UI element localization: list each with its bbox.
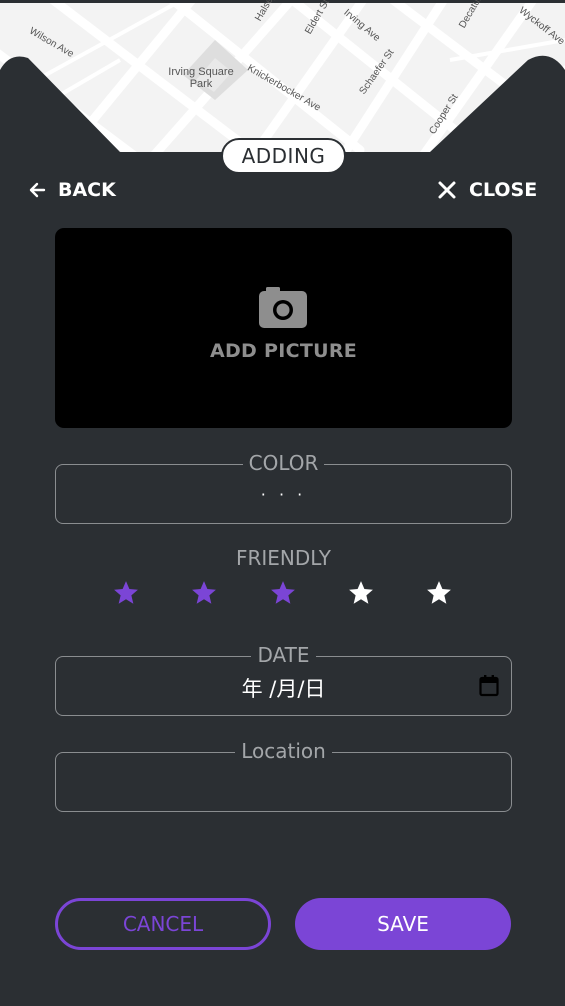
save-button[interactable]: SAVE (295, 898, 511, 950)
close-icon (438, 181, 456, 199)
save-label: SAVE (377, 912, 429, 936)
location-field[interactable]: Location (55, 739, 512, 812)
close-label: CLOSE (469, 179, 538, 201)
date-value: 年 /月/日 (241, 677, 326, 701)
color-field[interactable]: COLOR · · · (55, 451, 512, 524)
cancel-label: CANCEL (122, 912, 204, 936)
color-label: COLOR (242, 451, 325, 475)
friendly-label: FRIENDLY (236, 546, 331, 570)
star-icon[interactable] (425, 579, 453, 607)
star-icon[interactable] (190, 579, 218, 607)
star-icon[interactable] (269, 579, 297, 607)
close-button[interactable]: CLOSE (437, 176, 537, 204)
color-value: · · · (260, 485, 307, 504)
star-icon[interactable] (347, 579, 375, 607)
date-field[interactable]: DATE 年 /月/日 (55, 643, 512, 716)
cancel-button[interactable]: CANCEL (55, 898, 271, 950)
mode-badge: ADDING (221, 138, 346, 174)
camera-icon (259, 287, 307, 328)
star-icon[interactable] (112, 579, 140, 607)
date-label: DATE (251, 643, 316, 667)
back-label: BACK (58, 179, 116, 201)
arrow-left-icon (29, 182, 46, 198)
add-picture-label: ADD PICTURE (209, 340, 358, 362)
back-button[interactable]: BACK (28, 176, 116, 204)
location-label: Location (235, 739, 332, 763)
calendar-icon[interactable] (479, 675, 499, 697)
